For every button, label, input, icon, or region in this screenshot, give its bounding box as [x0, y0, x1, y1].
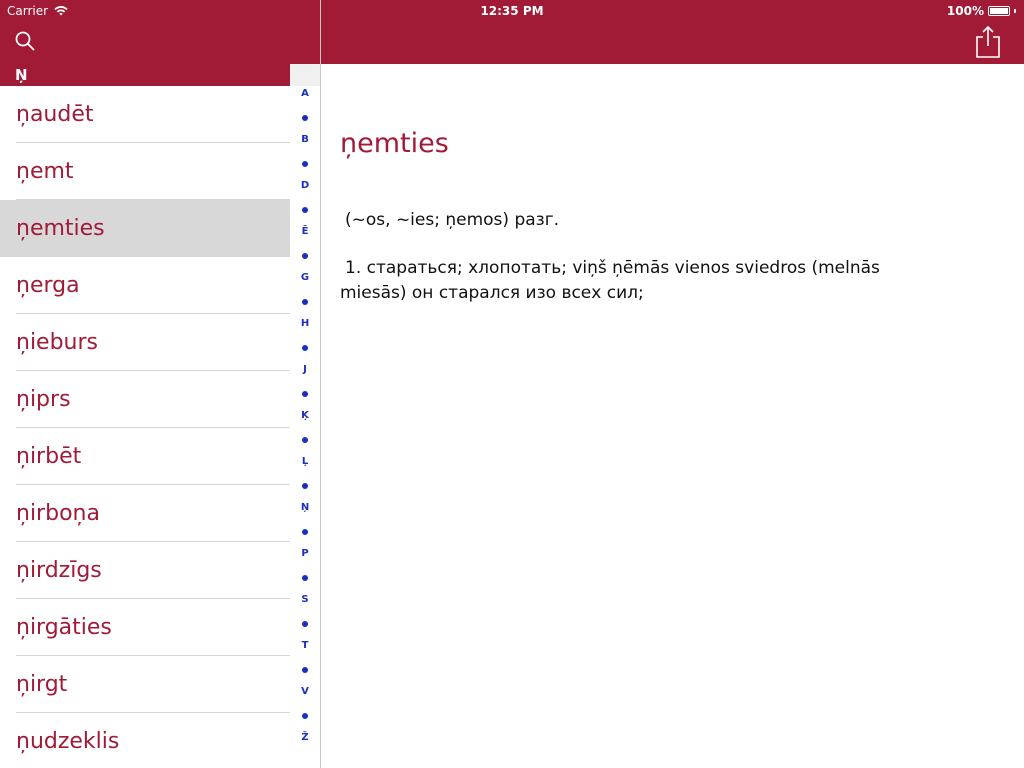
- search-button[interactable]: [13, 30, 37, 54]
- index-letter[interactable]: H: [290, 318, 320, 329]
- list-item-label: ņirboņa: [16, 501, 100, 526]
- list-item[interactable]: ņaudēt: [0, 86, 290, 143]
- list-item[interactable]: ņemties: [0, 200, 290, 257]
- index-letter[interactable]: D: [290, 180, 320, 191]
- index-strip-top: [290, 64, 320, 86]
- index-dot[interactable]: [302, 253, 308, 259]
- index-letter[interactable]: A: [290, 88, 320, 99]
- index-dot[interactable]: [302, 667, 308, 673]
- list-item[interactable]: ņiprs: [0, 371, 290, 428]
- entry-headword: ņemties: [340, 128, 449, 159]
- index-dot[interactable]: [302, 391, 308, 397]
- entry-detail-pane: ņemties (~os, ~ies; ņemos) разг. 1. стар…: [321, 64, 1024, 768]
- index-letter[interactable]: V: [290, 686, 320, 697]
- index-dot[interactable]: [302, 483, 308, 489]
- list-item[interactable]: ņirbēt: [0, 428, 290, 485]
- share-button[interactable]: [974, 25, 1002, 59]
- index-dot[interactable]: [302, 299, 308, 305]
- section-header: Ņ: [0, 64, 290, 86]
- index-dot[interactable]: [302, 621, 308, 627]
- index-letter[interactable]: S: [290, 594, 320, 605]
- list-item[interactable]: ņieburs: [0, 314, 290, 371]
- list-item-label: ņirbēt: [16, 444, 82, 469]
- list-item-label: ņirdzīgs: [16, 558, 102, 583]
- share-icon: [976, 25, 1000, 58]
- battery-percent: 100%: [946, 4, 984, 18]
- word-list[interactable]: ņaudēt ņemt ņemties ņerga ņieburs ņiprs ņirbēt…: [0, 86, 290, 768]
- list-item-label: ņerga: [16, 273, 80, 298]
- list-item-label: ņirgāties: [16, 615, 112, 640]
- index-dot[interactable]: [302, 575, 308, 581]
- index-dot[interactable]: [302, 345, 308, 351]
- list-item[interactable]: ņemt: [0, 143, 290, 200]
- index-dot[interactable]: [302, 437, 308, 443]
- index-dot[interactable]: [302, 207, 308, 213]
- list-item-label: ņaudēt: [16, 102, 94, 127]
- index-letter[interactable]: Ē: [290, 226, 320, 237]
- list-item[interactable]: ņerga: [0, 257, 290, 314]
- entry-grammar: (~os, ~ies; ņemos) разг.: [345, 210, 560, 230]
- index-letter[interactable]: P: [290, 548, 320, 559]
- list-item[interactable]: ņirgāties: [0, 599, 290, 656]
- index-letter[interactable]: Ņ: [290, 502, 320, 513]
- index-letter[interactable]: J: [290, 364, 320, 375]
- word-list-pane: Ņ ņaudēt ņemt ņemties ņerga ņieburs ņiprs ņirb…: [0, 64, 320, 768]
- list-item[interactable]: ņirboņa: [0, 485, 290, 542]
- list-item-label: ņemties: [16, 216, 105, 241]
- index-letter[interactable]: T: [290, 640, 320, 651]
- list-item-label: ņieburs: [16, 330, 99, 355]
- status-bar: Carrier 12:35 PM 100%: [0, 0, 1024, 22]
- battery-icon: [988, 6, 1010, 16]
- entry-definition-line-2: miesās) он старался изо всех сил;: [340, 283, 644, 303]
- list-item[interactable]: ņirdzīgs: [0, 542, 290, 599]
- index-letter[interactable]: G: [290, 272, 320, 283]
- list-item-label: ņiprs: [16, 387, 71, 412]
- list-item-label: ņudzeklis: [16, 729, 120, 754]
- entry-definition-line-1: 1. стараться; хлопотать; viņš ņēmās vien…: [345, 258, 880, 278]
- index-dot[interactable]: [302, 115, 308, 121]
- index-letter[interactable]: B: [290, 134, 320, 145]
- list-item-label: ņemt: [16, 159, 74, 184]
- index-letter[interactable]: Ķ: [290, 410, 320, 421]
- list-item-label: ņirgt: [16, 672, 68, 697]
- index-dot[interactable]: [302, 161, 308, 167]
- battery-indicator: 100%: [947, 0, 1016, 22]
- index-letter[interactable]: Ž: [290, 732, 320, 743]
- index-letter[interactable]: Ļ: [290, 456, 320, 467]
- list-item[interactable]: ņirgt: [0, 656, 290, 713]
- alphabet-index[interactable]: A B D Ē G H J Ķ Ļ Ņ P S T V Ž: [290, 88, 320, 768]
- clock: 12:35 PM: [480, 4, 544, 18]
- search-icon: [15, 31, 35, 51]
- battery-tip: [1014, 9, 1016, 13]
- list-item[interactable]: ņudzeklis: [0, 713, 290, 768]
- index-dot[interactable]: [302, 713, 308, 719]
- navigation-bar: Carrier 12:35 PM 100%: [0, 0, 1024, 64]
- index-dot[interactable]: [302, 529, 308, 535]
